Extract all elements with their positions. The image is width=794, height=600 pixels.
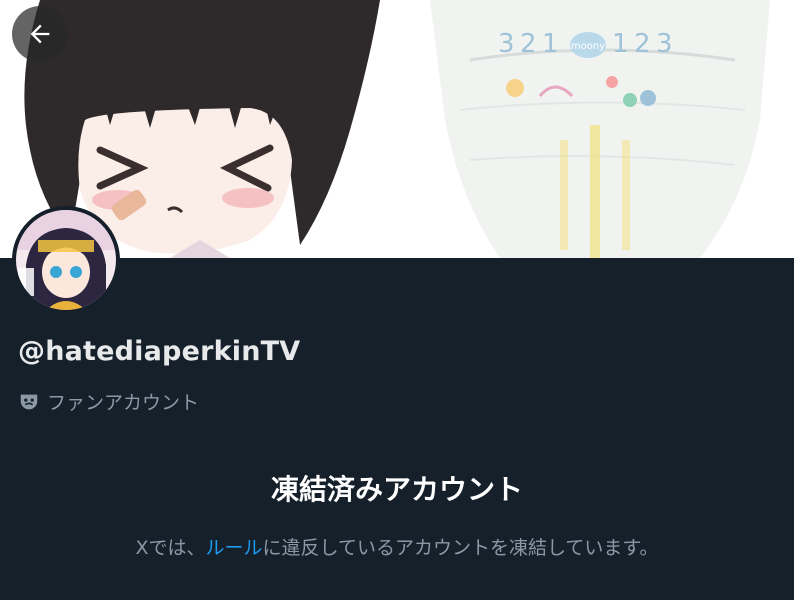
avatar-image bbox=[16, 210, 116, 310]
banner-mark-4: 1 bbox=[612, 29, 629, 59]
profile-handle: @hatediaperkinTV bbox=[18, 336, 301, 367]
suspended-title: 凍結済みアカウント bbox=[270, 473, 523, 506]
theater-mask-icon bbox=[18, 391, 40, 413]
banner-mark-6: 3 bbox=[656, 29, 673, 59]
account-category-label: ファンアカウント bbox=[47, 392, 200, 414]
banner-brand-text: moony bbox=[571, 41, 605, 52]
back-button[interactable] bbox=[12, 6, 68, 62]
arrow-left-icon bbox=[30, 24, 50, 44]
suspended-message: Xでは、ルールに違反しているアカウントを凍結しています。 bbox=[0, 533, 794, 560]
account-category: ファンアカウント bbox=[18, 388, 199, 415]
profile-banner[interactable]: 3 2 1 moony 1 2 3 bbox=[0, 0, 794, 258]
banner-mark-1: 3 bbox=[498, 29, 515, 59]
banner-mark-2: 2 bbox=[520, 29, 537, 59]
suspended-message-suffix: に違反しているアカウントを凍結しています。 bbox=[262, 537, 659, 559]
banner-image: 3 2 1 moony 1 2 3 bbox=[0, 0, 794, 258]
profile-avatar[interactable] bbox=[12, 206, 120, 314]
suspended-message-prefix: Xでは、 bbox=[135, 537, 206, 559]
banner-mark-3: 1 bbox=[542, 29, 559, 59]
rules-link[interactable]: ルール bbox=[206, 537, 263, 559]
banner-mark-5: 2 bbox=[634, 29, 651, 59]
